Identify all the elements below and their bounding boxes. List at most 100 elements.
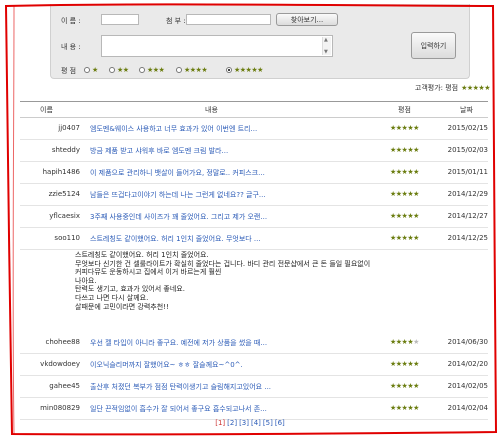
scroll-up-icon[interactable]: ▲ [324,37,328,43]
review-link[interactable]: 방금 제품 받고 샤워후 바로 엠도멘 크림 발라... [90,146,325,156]
review-date: 2015/02/03 [447,146,488,154]
submit-button[interactable]: 입력하기 [411,32,456,59]
star-icon: ★★★★ [390,338,414,346]
name-input[interactable] [101,14,139,25]
star-icon: ★★★★★ [390,360,419,368]
page-link-2[interactable]: [2] [227,419,237,427]
attach-label: 첨 부 : [166,17,186,25]
page-link-6[interactable]: [6] [275,419,285,427]
browse-button[interactable]: 찾아보기... [276,13,338,26]
review-date: 2014/12/29 [447,190,488,198]
table-row[interactable]: hapih1486 이 제품으로 관리하니 뱃살이 들어가요, 정말로.. 커피스… [20,161,488,184]
reviewer-name: jj0407 [58,124,80,132]
scroll-down-icon[interactable]: ▼ [324,49,328,55]
review-link[interactable]: 출산후 처졌던 복부가 점점 탄력이생기고 슬림해지고있어요 ... [90,382,325,392]
star-icon: ★★★★★ [390,168,419,176]
header-rating: 평점 [398,106,411,114]
rating-option-1[interactable]: ★ [84,66,98,74]
pagination: [1] [2] [3] [4] [5] [6] [0,419,500,427]
table-row[interactable]: vkdowdoey 이오닉슬리머까지 잘했어요~ ㅎㅎ 잘슬께요~^0^. ★★★★… [20,353,488,376]
content-textarea[interactable]: ▲ ▼ [101,35,333,57]
reviewer-name: yflcaesix [49,212,80,220]
header-name: 이름 [40,106,53,114]
review-date: 2014/12/27 [447,212,488,220]
radio-icon[interactable] [176,67,182,73]
review-link[interactable]: 남들은 뜨겁다고이야기 하는데 나는 그런게 없네요?? 글구... [90,190,325,200]
review-link[interactable]: 3주째 사용중인데 사이즈가 꽤 줄었어요. 그리고 제가 오랜... [90,212,325,222]
review-link[interactable]: 이오닉슬리머까지 잘했어요~ ㅎㅎ 잘슬께요~^0^. [90,360,325,370]
textarea-scrollbar[interactable]: ▲ ▼ [322,37,331,55]
table-row[interactable]: zzie5124 남들은 뜨겁다고이야기 하는데 나는 그런게 없네요?? 글구.… [20,183,488,206]
rating-option-2[interactable]: ★★ [109,66,129,74]
radio-icon[interactable] [84,67,90,73]
review-link[interactable]: 스트레칭도 같이했어요. 허리 1인치 줄었어요. 무엇보다 ... [90,234,325,244]
rating-stars: ★★★★★ [390,382,419,390]
rating-stars: ★★★★★ [390,212,419,220]
rating-stars: ★★★★★ [390,360,419,368]
page-link-3[interactable]: [3] [239,419,249,427]
reviewer-name: vkdowdoey [40,360,80,368]
table-row[interactable]: gahee45 출산후 처졌던 복부가 점점 탄력이생기고 슬림해지고있어요 ..… [20,375,488,398]
radio-icon[interactable] [109,67,115,73]
table-row[interactable]: yflcaesix 3주째 사용중인데 사이즈가 꽤 줄었어요. 그리고 제가 오… [20,205,488,228]
radio-selected-icon[interactable] [226,67,232,73]
review-text-line: 스트레칭도 같이했어요. 허리 1인치 줄었어요. [75,251,209,259]
header-date: 날짜 [460,106,473,114]
review-text-line: 다쓰고 나면 다시 살께요. [75,293,149,302]
star-icon: ★★★★★ [390,404,419,412]
rating-stars: ★★★★★ [390,190,419,198]
review-link[interactable]: 엠도멘&웨이스 사용하고 너무 효과가 있어 이번엔 트리... [90,124,325,134]
rating-summary: 고객평가: 평점 ★★★★★ [414,83,491,93]
table-row[interactable]: min080829 일단 끈적임없이 흡수가 잘 되어서 좋구요 흡수되고나서 존… [20,397,488,420]
review-date: 2014/02/05 [447,382,488,390]
reviewer-name: min080829 [40,404,80,412]
review-link[interactable]: 우선 젤 타입이 아니라 좋구요. 예전에 저가 상품을 썼을 때... [90,338,325,348]
star-icon: ★★★★★ [390,124,419,132]
summary-label: 고객평가: 평점 [414,84,459,92]
star-icon: ★★★★★ [390,382,419,390]
content-label: 내 용 : [61,43,81,51]
rating-stars: ★★★★★ [390,404,419,412]
review-link[interactable]: 이 제품으로 관리하니 뱃살이 들어가요, 정말로.. 커피스크... [90,168,325,178]
review-date: 2014/02/20 [447,360,488,368]
reviewer-name: zzie5124 [48,190,80,198]
table-row[interactable]: soo110 스트레칭도 같이했어요. 허리 1인치 줄었어요. 무엇보다 ...… [20,227,488,250]
reviewer-name: soo110 [54,234,80,242]
star-icon: ★★★★★ [390,212,419,220]
rating-stars: ★★★★★ [390,146,419,154]
rating-option-3[interactable]: ★★★ [139,66,165,74]
reviewer-name: chohee88 [45,338,80,346]
header-content: 내용 [205,106,218,114]
review-date: 2015/01/11 [447,168,488,176]
star-icon: ★★★★★ [390,146,419,154]
rating-label: 평 점 [61,67,77,75]
review-text-line: 탄력도 생기고, 효과가 있어서 좋네요. [75,285,185,294]
star-icon: ★★★★★ [390,234,419,242]
rating-stars: ★★★★★ [390,338,419,346]
review-date: 2014/12/25 [447,234,488,242]
review-date: 2014/02/04 [447,404,488,412]
page-link-5[interactable]: [5] [263,419,273,427]
review-form: 이 름 : 첨 부 : 찾아보기... 내 용 : ▲ ▼ 입력하기 평 점 ★… [50,4,470,79]
table-row[interactable]: shteddy 방금 제품 받고 샤워후 바로 엠도멘 크림 발라... ★★★★★… [20,139,488,162]
star-icon: ★★★★★ [390,190,419,198]
name-label: 이 름 : [61,17,81,25]
expanded-review: 스트레칭도 같이했어요. 허리 1인치 줄었어요. 무엇보다 신기한 건 셀룰라이… [75,251,405,311]
review-link[interactable]: 일단 끈적임없이 흡수가 잘 되어서 좋구요 흡수되고나서 존... [90,404,325,414]
page-link-1[interactable]: [1] [215,419,225,427]
reviewer-name: shteddy [51,146,80,154]
page-link-4[interactable]: [4] [251,419,261,427]
rating-stars: ★★★★★ [390,124,419,132]
rating-stars: ★★★★★ [390,234,419,242]
review-text-line: 무엇보다 신기한 건 셀룰라이트가 확실히 줄었다는 겁니다. 바디 관리 전문… [75,259,371,268]
table-row[interactable]: chohee88 우선 젤 타입이 아니라 좋구요. 예전에 저가 상품을 썼을 … [20,331,488,354]
rating-option-4[interactable]: ★★★★ [176,66,208,74]
rating-option-5[interactable]: ★★★★★ [226,66,263,74]
review-date: 2015/02/15 [447,124,488,132]
reviewer-name: gahee45 [49,382,80,390]
radio-icon[interactable] [139,67,145,73]
table-row[interactable]: jj0407 엠도멘&웨이스 사용하고 너무 효과가 있어 이번엔 트리... ★★… [20,117,488,140]
empty-star-icon: ★ [413,338,419,346]
attach-file-field[interactable] [186,14,271,25]
rating-stars: ★★★★★ [390,168,419,176]
